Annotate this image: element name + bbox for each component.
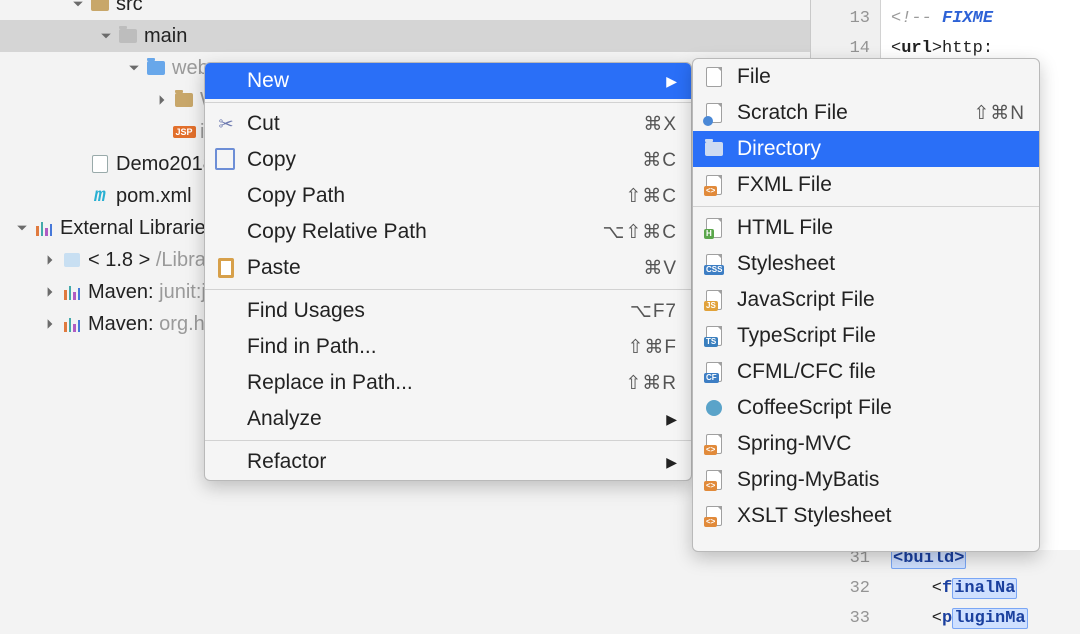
menu-item-label: TypeScript File (737, 324, 1025, 348)
coffee-icon (703, 397, 725, 419)
library-icon (62, 314, 82, 334)
menu-item-label: Cut (247, 112, 633, 136)
menu-item-paste[interactable]: Paste ⌘V (205, 250, 691, 286)
new-item-coffeescript-file[interactable]: CoffeeScript File (693, 390, 1039, 426)
folder-icon (118, 26, 138, 46)
maven-icon: m (90, 186, 110, 206)
xml-icon: <> (703, 433, 725, 455)
folder-icon (174, 90, 194, 110)
menu-item-label: Spring-MVC (737, 432, 1025, 456)
xml-icon: <> (703, 505, 725, 527)
shortcut-label: ⌘V (643, 257, 677, 280)
menu-item-copy-relative-path[interactable]: Copy Relative Path ⌥⇧⌘C (205, 214, 691, 250)
folder-icon (90, 0, 110, 14)
folder-webroot-icon (146, 58, 166, 78)
menu-item-label: HTML File (737, 216, 1025, 240)
new-item-spring-mvc[interactable]: <> Spring-MVC (693, 426, 1039, 462)
tree-arrow-icon[interactable] (72, 0, 84, 10)
menu-item-label: FXML File (737, 173, 1025, 197)
jsp-file-icon: JSP (174, 122, 194, 142)
menu-item-analyze[interactable]: Analyze ▶ (205, 401, 691, 437)
new-item-javascript-file[interactable]: JS JavaScript File (693, 282, 1039, 318)
tree-item[interactable]: main (0, 20, 810, 52)
menu-item-refactor[interactable]: Refactor ▶ (205, 444, 691, 480)
new-item-fxml-file[interactable]: <> FXML File (693, 167, 1039, 203)
new-item-cfml-cfc-file[interactable]: CF CFML/CFC file (693, 354, 1039, 390)
tree-arrow-icon[interactable] (128, 62, 140, 74)
menu-item-label: CFML/CFC file (737, 360, 1025, 384)
shortcut-label: ⌘X (643, 113, 677, 136)
menu-item-label: Directory (737, 137, 1025, 161)
file-icon (703, 66, 725, 88)
new-item-directory[interactable]: Directory (693, 131, 1039, 167)
tree-arrow-icon[interactable] (16, 222, 28, 234)
new-item-spring-mybatis[interactable]: <> Spring-MyBatis (693, 462, 1039, 498)
menu-item-label: XSLT Stylesheet (737, 504, 1025, 528)
library-icon (62, 282, 82, 302)
menu-item-copy-path[interactable]: Copy Path ⇧⌘C (205, 178, 691, 214)
menu-item-label: Replace in Path... (247, 371, 615, 395)
fxml-icon: <> (703, 174, 725, 196)
tree-arrow-icon[interactable] (44, 254, 56, 266)
tree-item[interactable]: src (0, 0, 810, 20)
module-icon (90, 154, 110, 174)
menu-item-label: New (247, 69, 656, 93)
menu-item-label: Find Usages (247, 299, 620, 323)
menu-item-label: Find in Path... (247, 335, 617, 359)
tree-arrow-icon[interactable] (100, 30, 112, 42)
menu-item-label: Copy Relative Path (247, 220, 592, 244)
jdk-icon (62, 250, 82, 270)
submenu-arrow-icon: ▶ (666, 73, 677, 90)
menu-item-label: Copy Path (247, 184, 615, 208)
paste-icon (215, 258, 237, 278)
menu-item-new[interactable]: New ▶ (205, 63, 691, 99)
menu-item-label: Analyze (247, 407, 656, 431)
menu-item-label: Scratch File (737, 101, 961, 125)
tree-arrow-icon[interactable] (44, 318, 56, 330)
new-item-html-file[interactable]: H HTML File (693, 210, 1039, 246)
new-item-scratch-file[interactable]: Scratch File ⇧⌘N (693, 95, 1039, 131)
cut-icon (215, 114, 237, 135)
menu-item-label: Stylesheet (737, 252, 1025, 276)
tree-arrow-icon[interactable] (156, 94, 168, 106)
new-item-file[interactable]: File (693, 59, 1039, 95)
context-menu[interactable]: New ▶ Cut ⌘X Copy ⌘C Copy Path ⇧⌘C Copy Relative… (204, 62, 692, 481)
scratch-icon (703, 102, 725, 124)
new-item-typescript-file[interactable]: TS TypeScript File (693, 318, 1039, 354)
xml-icon: <> (703, 469, 725, 491)
shortcut-label: ⇧⌘C (625, 185, 677, 208)
shortcut-label: ⇧⌘F (627, 336, 677, 359)
js-icon: JS (703, 289, 725, 311)
new-item-stylesheet[interactable]: CSS Stylesheet (693, 246, 1039, 282)
menu-item-label: JavaScript File (737, 288, 1025, 312)
menu-item-find-usages[interactable]: Find Usages ⌥F7 (205, 293, 691, 329)
css-icon: CSS (703, 253, 725, 275)
shortcut-label: ⇧⌘R (625, 372, 677, 395)
menu-item-label: Spring-MyBatis (737, 468, 1025, 492)
tree-arrow-icon[interactable] (44, 286, 56, 298)
shortcut-label: ⌘C (642, 149, 677, 172)
copy-icon (215, 151, 237, 169)
submenu-arrow-icon: ▶ (666, 411, 677, 428)
directory-icon (703, 138, 725, 160)
menu-item-label: Refactor (247, 450, 656, 474)
new-submenu[interactable]: File Scratch File ⇧⌘N Directory <> FXML File H… (692, 58, 1040, 552)
new-item-xslt-stylesheet[interactable]: <> XSLT Stylesheet (693, 498, 1039, 534)
menu-item-copy[interactable]: Copy ⌘C (205, 142, 691, 178)
library-icon (34, 218, 54, 238)
cf-icon: CF (703, 361, 725, 383)
menu-item-cut[interactable]: Cut ⌘X (205, 106, 691, 142)
shortcut-label: ⌥F7 (630, 300, 677, 323)
menu-item-find-in-path-[interactable]: Find in Path... ⇧⌘F (205, 329, 691, 365)
menu-item-label: CoffeeScript File (737, 396, 1025, 420)
html-icon: H (703, 217, 725, 239)
shortcut-label: ⌥⇧⌘C (602, 221, 677, 244)
menu-item-label: Paste (247, 256, 633, 280)
menu-item-label: File (737, 65, 1025, 89)
menu-item-label: Copy (247, 148, 632, 172)
ts-icon: TS (703, 325, 725, 347)
shortcut-label: ⇧⌘N (973, 102, 1025, 125)
menu-item-replace-in-path-[interactable]: Replace in Path... ⇧⌘R (205, 365, 691, 401)
submenu-arrow-icon: ▶ (666, 454, 677, 471)
